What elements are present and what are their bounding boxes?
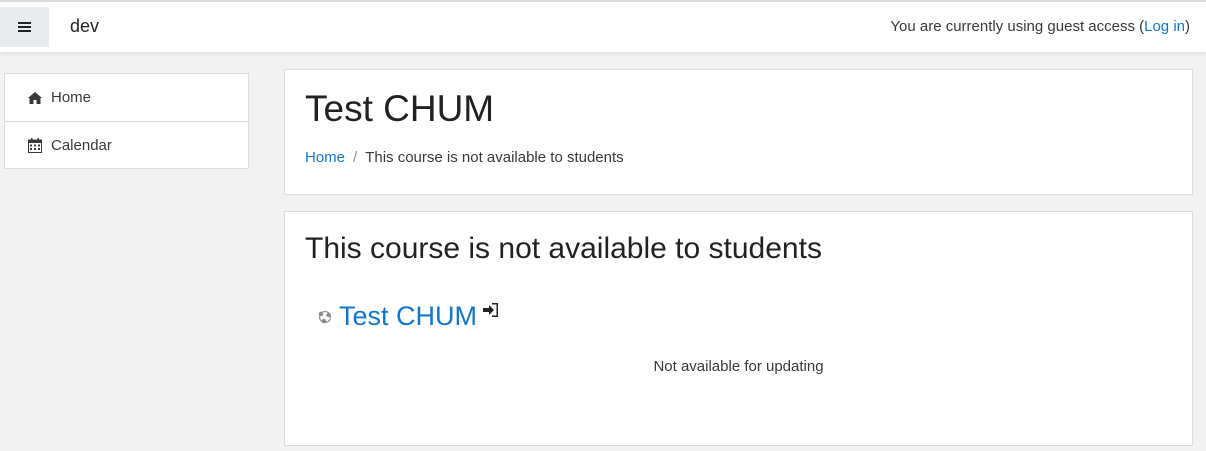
sign-in-icon — [483, 302, 499, 317]
sidebar-item-label: Calendar — [51, 136, 112, 154]
breadcrumb: Home / This course is not available to stu… — [305, 149, 624, 166]
login-info-suffix: ) — [1185, 18, 1190, 35]
site-name[interactable]: dev — [70, 16, 99, 37]
navbar: dev You are currently using guest access… — [0, 0, 1206, 52]
sidebar-item-label: Home — [51, 89, 92, 106]
calendar-icon — [27, 137, 43, 153]
log-in-link[interactable]: Log in — [1144, 18, 1185, 35]
course-entry: Test CHUM — [317, 301, 499, 332]
content-heading: This course is not available to students — [305, 232, 822, 265]
breadcrumb-separator: / — [353, 149, 358, 166]
breadcrumb-current: This course is not available to students — [365, 149, 624, 166]
login-info-prefix: You are currently using guest access ( — [890, 18, 1145, 35]
course-status-text: Not available for updating — [653, 358, 824, 375]
course-icon — [317, 309, 333, 325]
sidebar-item-home[interactable]: Home — [5, 74, 248, 121]
home-icon — [27, 90, 43, 106]
course-link[interactable]: Test CHUM — [339, 301, 477, 332]
page-header: Test CHUM Home / This course is not availa… — [284, 69, 1193, 195]
breadcrumb-home-link[interactable]: Home — [305, 149, 345, 166]
main-content: This course is not available to students… — [284, 211, 1193, 446]
login-info: You are currently using guest access (Lo… — [890, 18, 1190, 35]
sidebar-item-calendar[interactable]: Calendar — [5, 121, 248, 168]
page-title: Test CHUM — [305, 88, 495, 129]
sidebar: Home Calendar — [0, 52, 269, 451]
hamburger-icon — [18, 22, 31, 32]
sidebar-nav-list: Home Calendar — [4, 73, 249, 169]
side-drawer-toggle-button[interactable] — [0, 7, 49, 47]
